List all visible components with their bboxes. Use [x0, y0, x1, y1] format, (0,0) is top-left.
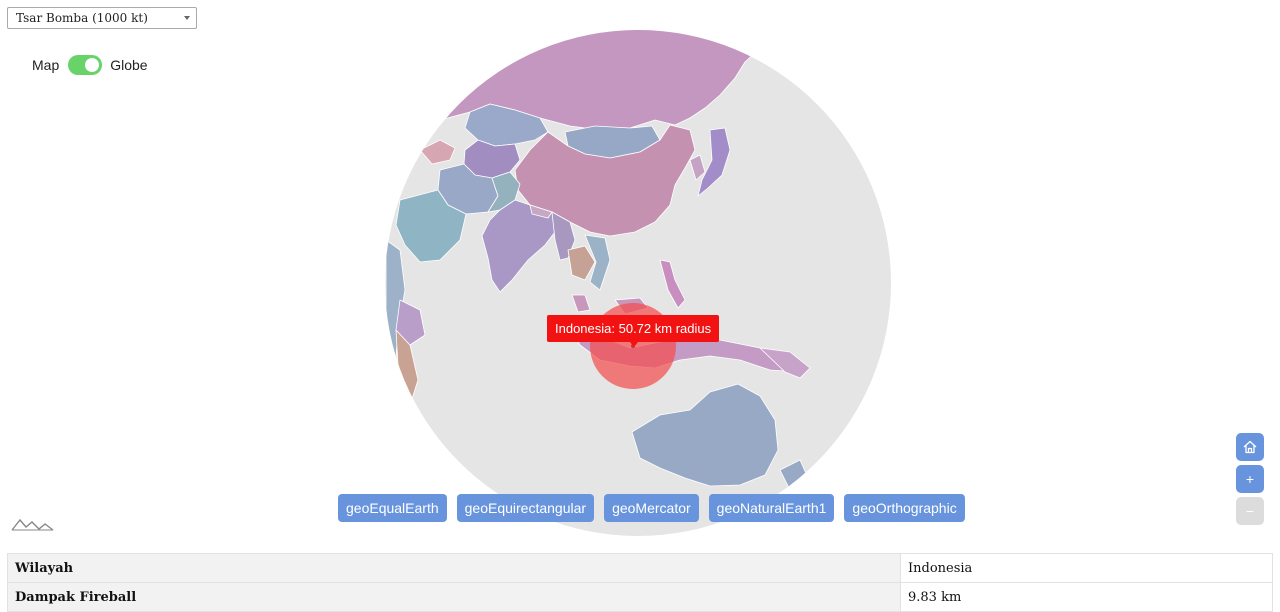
table-row: Wilayah Indonesia [7, 553, 1273, 583]
projection-button-equal-earth[interactable]: geoEqualEarth [338, 494, 447, 522]
impact-info-table: Wilayah Indonesia Dampak Fireball 9.83 k… [7, 553, 1273, 612]
zoom-in-button[interactable]: + [1236, 465, 1264, 493]
home-button[interactable] [1236, 433, 1264, 461]
projection-button-equirectangular[interactable]: geoEquirectangular [456, 494, 595, 522]
amcharts-logo-icon [11, 518, 54, 531]
row-label-fireball: Dampak Fireball [7, 582, 901, 612]
projection-button-mercator[interactable]: geoMercator [604, 494, 699, 522]
projection-button-natural-earth[interactable]: geoNaturalEarth1 [708, 494, 835, 522]
row-value-fireball: 9.83 km [900, 582, 1273, 612]
zoom-out-button[interactable]: − [1236, 497, 1264, 525]
impact-tooltip: Indonesia: 50.72 km radius [547, 315, 720, 347]
home-icon [1243, 440, 1257, 454]
projection-button-orthographic[interactable]: geoOrthographic [844, 494, 965, 522]
row-value-region: Indonesia [900, 553, 1273, 583]
table-row: Dampak Fireball 9.83 km [7, 582, 1273, 612]
row-label-region: Wilayah [7, 553, 901, 583]
projection-bar: geoEqualEarth geoEquirectangular geoMerc… [338, 494, 965, 522]
